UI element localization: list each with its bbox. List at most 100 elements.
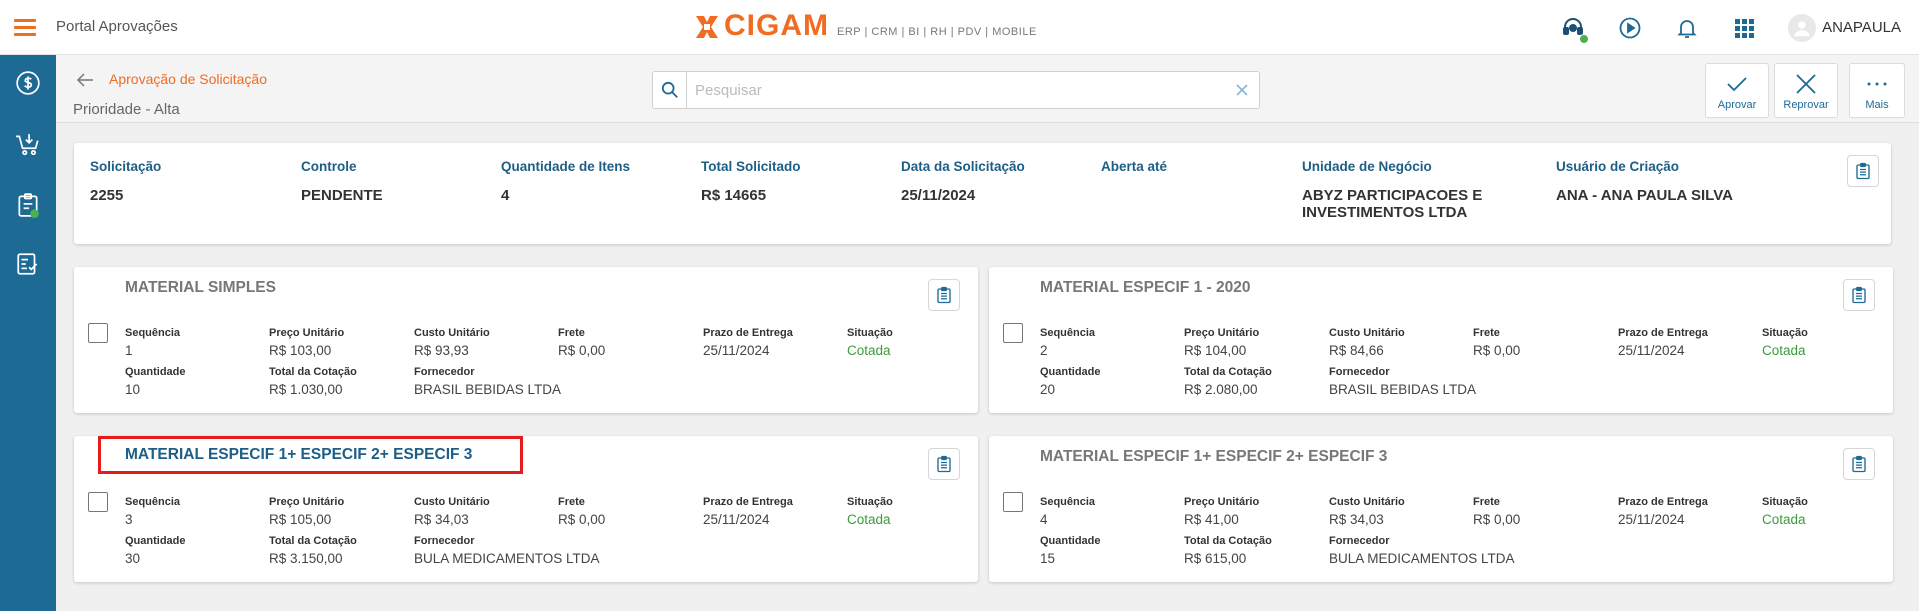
field-label: Sequência — [1040, 496, 1096, 508]
field-label: Custo Unitário — [414, 496, 490, 508]
summary-label: Quantidade de Itens — [501, 159, 631, 174]
cart-download-icon[interactable] — [14, 131, 42, 159]
breadcrumb[interactable]: Aprovação de Solicitação — [109, 71, 267, 87]
search-icon[interactable] — [653, 72, 687, 108]
field-quantity: Quantidade 15 — [1040, 535, 1101, 566]
dollar-circle-icon[interactable] — [14, 69, 42, 97]
item-checkbox[interactable] — [88, 323, 108, 343]
logo-text: CIGAM — [724, 9, 829, 42]
summary-field-control: Controle PENDENTE — [301, 159, 383, 204]
field-value: 1 — [125, 343, 133, 358]
support-agent-icon[interactable] — [1560, 15, 1590, 44]
field-label: Prazo de Entrega — [703, 496, 793, 508]
field-value: R$ 0,00 — [1473, 512, 1521, 527]
field-status: Situação Cotada — [1762, 327, 1808, 358]
item-clipboard-button[interactable] — [1843, 279, 1875, 311]
field-label: Custo Unitário — [1329, 496, 1405, 508]
field-value: R$ 103,00 — [269, 343, 332, 358]
item-title-highlighted: MATERIAL ESPECIF 1+ ESPECIF 2+ ESPECIF 3 — [97, 436, 524, 474]
summary-label: Controle — [301, 159, 357, 174]
field-freight: Frete R$ 0,00 — [1473, 496, 1520, 527]
field-value: Cotada — [1762, 512, 1806, 527]
reject-button[interactable]: Reprovar — [1774, 63, 1838, 118]
item-clipboard-button[interactable] — [928, 279, 960, 311]
user-menu[interactable]: ANAPAULA — [1788, 13, 1901, 42]
field-value: R$ 0,00 — [558, 512, 606, 527]
summary-value: R$ 14665 — [701, 187, 767, 204]
summary-field-total: Total Solicitado R$ 14665 — [701, 159, 801, 204]
item-checkbox[interactable] — [1003, 323, 1023, 343]
summary-value: 4 — [501, 187, 510, 204]
field-supplier: Fornecedor BRASIL BEBIDAS LTDA — [1329, 366, 1476, 397]
clear-icon[interactable] — [1235, 83, 1249, 97]
field-value: 3 — [125, 512, 133, 527]
field-label: Custo Unitário — [1329, 327, 1405, 339]
field-label: Custo Unitário — [414, 327, 490, 339]
summary-clipboard-button[interactable] — [1847, 155, 1879, 187]
menu-icon[interactable] — [14, 19, 36, 36]
field-unit-price: Preço Unitário R$ 105,00 — [269, 496, 344, 527]
field-value: 2 — [1040, 343, 1048, 358]
item-checkbox[interactable] — [1003, 492, 1023, 512]
field-label: Prazo de Entrega — [703, 327, 793, 339]
field-value: BULA MEDICAMENTOS LTDA — [414, 551, 600, 566]
field-label: Total da Cotação — [269, 535, 357, 547]
close-icon — [1796, 74, 1816, 94]
field-supplier: Fornecedor BULA MEDICAMENTOS LTDA — [414, 535, 600, 566]
clipboard-icon — [937, 286, 951, 304]
field-label: Frete — [558, 327, 585, 339]
field-label: Prazo de Entrega — [1618, 327, 1708, 339]
search-input[interactable] — [695, 80, 1215, 100]
field-supplier: Fornecedor BRASIL BEBIDAS LTDA — [414, 366, 561, 397]
field-total: Total da Cotação R$ 1.030,00 — [269, 366, 357, 397]
clipboard-icon — [937, 455, 951, 473]
clipboard-icon — [1852, 455, 1866, 473]
cigam-logo: CIGAM ERP | CRM | BI | RH | PDV | MOBILE — [694, 9, 1037, 42]
online-status-dot — [1579, 33, 1590, 44]
field-value: R$ 34,03 — [1329, 512, 1384, 527]
approve-button[interactable]: Aprovar — [1705, 63, 1769, 118]
field-freight: Frete R$ 0,00 — [558, 327, 605, 358]
clipboard-check-icon[interactable] — [14, 191, 42, 219]
field-supplier: Fornecedor BULA MEDICAMENTOS LTDA — [1329, 535, 1515, 566]
summary-field-date: Data da Solicitação 25/11/2024 — [901, 159, 1025, 204]
play-circle-icon[interactable] — [1617, 15, 1643, 41]
field-value: Cotada — [847, 343, 891, 358]
item-clipboard-button[interactable] — [928, 448, 960, 480]
field-label: Quantidade — [125, 535, 186, 547]
field-sequence: Sequência 1 — [125, 327, 180, 358]
summary-field-open-until: Aberta até — [1101, 159, 1167, 187]
item-checkbox[interactable] — [88, 492, 108, 512]
field-delivery: Prazo de Entrega 25/11/2024 — [1618, 496, 1708, 527]
item-card-4: MATERIAL ESPECIF 1+ ESPECIF 2+ ESPECIF 3… — [989, 436, 1893, 582]
field-value: BRASIL BEBIDAS LTDA — [414, 382, 562, 397]
field-value: 25/11/2024 — [1618, 343, 1685, 358]
summary-label: Usuário de Criação — [1556, 159, 1680, 174]
summary-field-item-count: Quantidade de Itens 4 — [501, 159, 630, 204]
more-button[interactable]: Mais — [1849, 63, 1905, 118]
field-quantity: Quantidade 30 — [125, 535, 186, 566]
field-label: Fornecedor — [1329, 366, 1390, 378]
field-label: Sequência — [125, 327, 181, 339]
field-value: 4 — [1040, 512, 1048, 527]
apps-grid-icon[interactable] — [1731, 15, 1757, 41]
sidebar — [0, 55, 56, 611]
field-unit-price: Preço Unitário R$ 104,00 — [1184, 327, 1259, 358]
back-arrow-icon[interactable] — [75, 70, 95, 90]
item-clipboard-button[interactable] — [1843, 448, 1875, 480]
bell-icon[interactable] — [1674, 15, 1700, 41]
summary-value: 2255 — [90, 187, 124, 204]
field-quantity: Quantidade 20 — [1040, 366, 1101, 397]
field-value: 10 — [125, 382, 141, 397]
field-value: 25/11/2024 — [703, 343, 770, 358]
field-value: R$ 41,00 — [1184, 512, 1239, 527]
field-value: R$ 84,66 — [1329, 343, 1384, 358]
cigam-logo-mark-icon — [696, 16, 718, 38]
form-approval-icon[interactable] — [14, 250, 42, 278]
field-sequence: Sequência 2 — [1040, 327, 1095, 358]
field-unit-cost: Custo Unitário R$ 34,03 — [414, 496, 490, 527]
portal-title: Portal Aprovações — [56, 18, 178, 35]
field-value: R$ 34,03 — [414, 512, 469, 527]
field-label: Preço Unitário — [269, 496, 345, 508]
field-label: Fornecedor — [414, 535, 475, 547]
